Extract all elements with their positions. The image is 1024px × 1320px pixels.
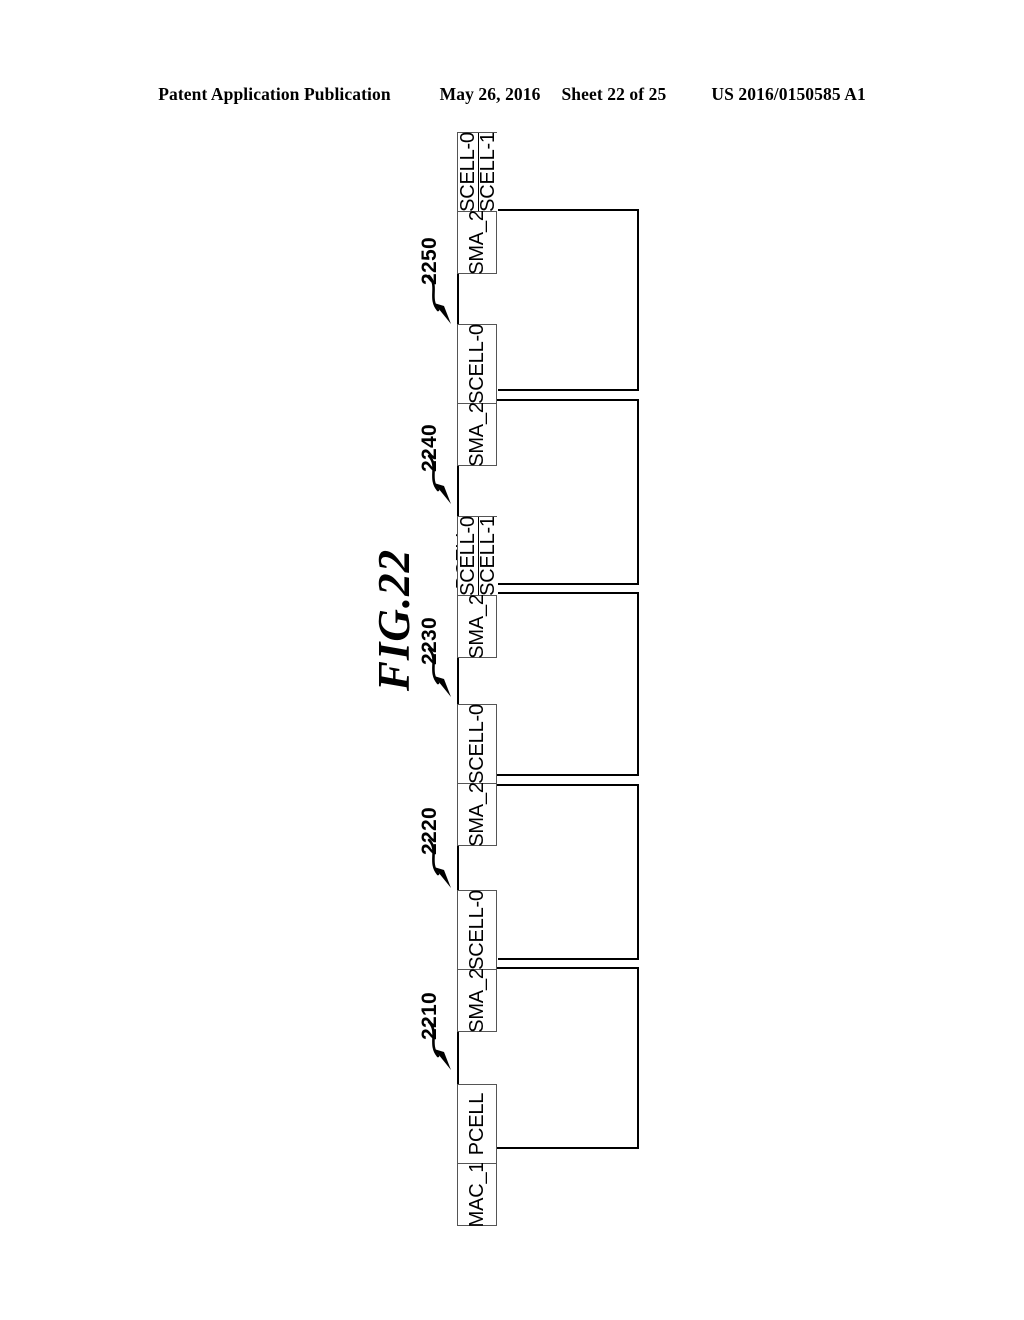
- entity-group-sma_2: SMA_2 SCELL-0: [457, 890, 497, 1033]
- reference-numeral-2220: 2220: [418, 807, 441, 855]
- group-label: SMA_2: [458, 968, 496, 1033]
- group-label: SMA_2: [458, 594, 496, 659]
- group-label: SMA_2: [458, 210, 496, 275]
- figure-diagram: MAC_1PCELLSCELL-0SMA_2SCELL-0SCELL-12250…: [0, 0, 1024, 1320]
- cell-list: PCELL: [458, 1085, 496, 1163]
- cell-list: SCELL-0: [458, 324, 496, 404]
- entity-group-sma_2: SMA_2 SCELL-0: [457, 704, 497, 847]
- group-label: SMA_2: [458, 402, 496, 467]
- reference-numeral-2240: 2240: [418, 424, 441, 472]
- cell-box: SCELL-0: [456, 132, 479, 212]
- entity-group-sma_2: SMA_2 SCELL-0 SCELL-1: [456, 132, 500, 275]
- cell-box: SCELL-0: [458, 890, 496, 970]
- cell-box: SCELL-1: [477, 132, 499, 212]
- cell-box: SCELL-1: [477, 516, 499, 596]
- cell-list: SCELL-0 SCELL-1: [456, 132, 500, 212]
- diagram-panel-2210: MAC_1 PCELL SMA_2 SCELL-0: [457, 890, 639, 1227]
- panel-content: MAC_1 PCELL SMA_2 SCELL-0: [457, 890, 639, 1227]
- cell-box: SCELL-0: [458, 324, 496, 404]
- cell-box: SCELL-0: [456, 516, 479, 596]
- cell-box: PCELL: [458, 1085, 496, 1163]
- cell-list: SCELL-0: [458, 704, 496, 784]
- cell-box: SCELL-0: [458, 704, 496, 784]
- reference-numeral-2210: 2210: [418, 992, 441, 1040]
- cell-list: SCELL-0 SCELL-1: [456, 516, 500, 596]
- entity-group-sma_2: SMA_2 SCELL-0 SCELL-1: [456, 516, 500, 659]
- reference-numeral-2230: 2230: [418, 617, 441, 665]
- entity-group-sma_2: SMA_2 SCELL-0: [457, 324, 497, 467]
- cell-list: SCELL-0: [458, 890, 496, 970]
- group-label: SMA_2: [458, 782, 496, 847]
- group-label: MAC_1: [458, 1162, 496, 1227]
- reference-numeral-2250: 2250: [418, 237, 441, 285]
- entity-group-mac_1: MAC_1PCELL: [457, 1084, 497, 1227]
